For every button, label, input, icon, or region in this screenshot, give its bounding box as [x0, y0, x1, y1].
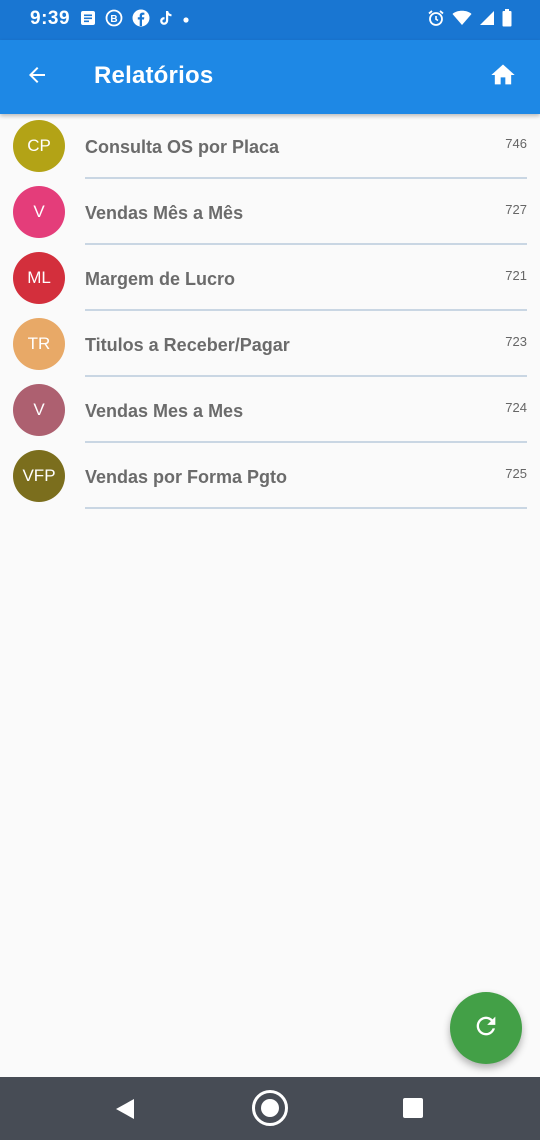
wifi-icon	[452, 10, 472, 31]
nav-home-icon[interactable]	[251, 1089, 289, 1127]
tiktok-icon	[159, 10, 173, 31]
report-code: 746	[505, 136, 527, 151]
avatar: TR	[13, 318, 65, 370]
page-title: Relatórios	[94, 62, 214, 89]
report-code: 724	[505, 400, 527, 415]
refresh-icon	[472, 1012, 500, 1045]
back-button[interactable]	[14, 54, 60, 100]
arrow-back-icon	[25, 63, 49, 92]
report-title: Vendas por Forma Pgto	[85, 467, 288, 487]
battery-icon	[502, 8, 512, 32]
divider	[85, 309, 527, 311]
avatar: ML	[13, 252, 65, 304]
avatar: CP	[13, 120, 65, 172]
report-title: Titulos a Receber/Pagar	[85, 335, 290, 355]
divider	[85, 507, 527, 509]
refresh-button[interactable]	[450, 992, 522, 1064]
report-title: Consulta OS por Placa	[85, 137, 280, 157]
list-item[interactable]: VFP Vendas por Forma Pgto 725	[0, 444, 540, 510]
list-item[interactable]: CP Consulta OS por Placa 746	[0, 114, 540, 180]
avatar: V	[13, 384, 65, 436]
facebook-icon	[132, 9, 150, 32]
notification-icons: B	[80, 9, 190, 32]
report-list: CP Consulta OS por Placa 746 V Vendas Mê…	[0, 114, 540, 510]
divider	[85, 177, 527, 179]
svg-text:B: B	[110, 14, 117, 25]
report-title: Vendas Mes a Mes	[85, 401, 244, 421]
report-code: 723	[505, 334, 527, 349]
report-title: Margem de Lucro	[85, 269, 236, 289]
home-button[interactable]	[480, 54, 526, 100]
list-item[interactable]: ML Margem de Lucro 721	[0, 246, 540, 312]
divider	[85, 243, 527, 245]
signal-icon	[479, 10, 495, 31]
list-item[interactable]: V Vendas Mes a Mes 724	[0, 378, 540, 444]
status-time: 9:39	[30, 8, 71, 29]
avatar: V	[13, 186, 65, 238]
system-icons	[427, 8, 512, 32]
avatar: VFP	[13, 450, 65, 502]
status-bar: 9:39 B	[0, 0, 540, 40]
report-title: Vendas Mês a Mês	[85, 203, 244, 223]
nav-back-icon[interactable]	[112, 1096, 138, 1122]
report-code: 721	[505, 268, 527, 283]
list-item[interactable]: V Vendas Mês a Mês 727	[0, 180, 540, 246]
report-code: 725	[505, 466, 527, 481]
home-icon	[489, 61, 517, 94]
divider	[85, 441, 527, 443]
dot-icon	[182, 11, 190, 29]
report-code: 727	[505, 202, 527, 217]
list-item[interactable]: TR Titulos a Receber/Pagar 723	[0, 312, 540, 378]
nav-recent-icon[interactable]	[402, 1097, 424, 1119]
divider	[85, 375, 527, 377]
system-nav-bar	[0, 1077, 540, 1140]
b-circle-icon: B	[105, 9, 123, 32]
alarm-icon	[427, 9, 445, 32]
notes-icon	[80, 10, 96, 31]
app-bar: Relatórios	[0, 40, 540, 114]
